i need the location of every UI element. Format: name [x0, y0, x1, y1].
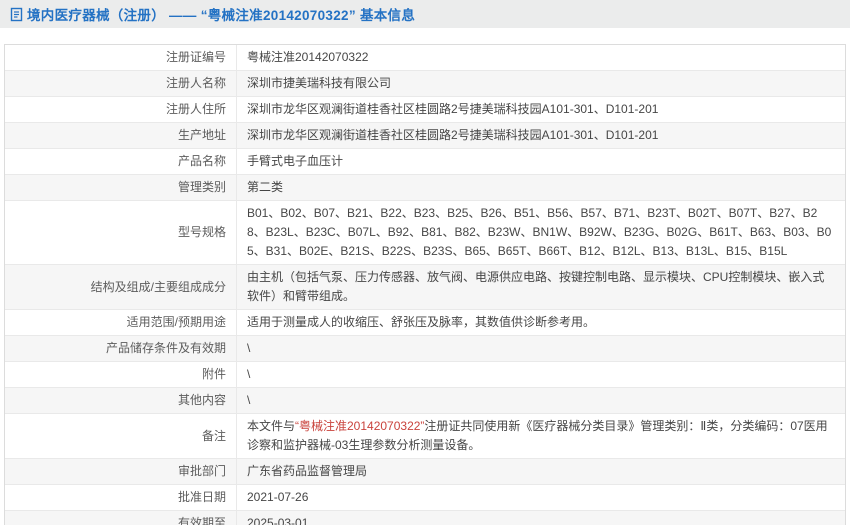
- row-value-text: 粤械注准20142070322: [247, 50, 369, 64]
- row-label: 注册人住所: [5, 97, 237, 122]
- row-value-text: 适用于测量成人的收缩压、舒张压及脉率，其数值供诊断参考用。: [247, 315, 596, 329]
- page-title: 境内医疗器械（注册） —— “粤械注准20142070322” 基本信息: [27, 8, 416, 23]
- table-row: 其他内容 \: [5, 388, 845, 414]
- row-value: 深圳市龙华区观澜街道桂香社区桂圆路2号捷美瑞科技园A101-301、D101-2…: [237, 97, 845, 122]
- row-label: 生产地址: [5, 123, 237, 148]
- table-row: 批准日期 2021-07-26: [5, 485, 845, 511]
- row-value: B01、B02、B07、B21、B22、B23、B25、B26、B51、B56、…: [237, 201, 845, 264]
- remark-text-before: 本文件与: [247, 419, 296, 433]
- row-label: 注册证编号: [5, 45, 237, 70]
- row-value: 深圳市龙华区观澜街道桂香社区桂圆路2号捷美瑞科技园A101-301、D101-2…: [237, 123, 845, 148]
- row-value-text: 深圳市捷美瑞科技有限公司: [247, 76, 392, 90]
- row-label-text: 型号规格: [177, 225, 226, 239]
- row-value-text: 深圳市龙华区观澜街道桂香社区桂圆路2号捷美瑞科技园A101-301、D101-2…: [247, 102, 659, 116]
- page-header: 境内医疗器械（注册） —— “粤械注准20142070322” 基本信息: [0, 0, 850, 28]
- row-label-text: 适用范围/预期用途: [126, 315, 226, 329]
- row-label: 结构及组成/主要组成成分: [5, 265, 237, 309]
- row-label: 适用范围/预期用途: [5, 310, 237, 335]
- remark-highlight-cert-number: “粤械注准20142070322”: [295, 419, 425, 433]
- row-value-text: 2025-03-01: [247, 516, 309, 525]
- info-table: 注册证编号 粤械注准20142070322 注册人名称 深圳市捷美瑞科技有限公司 注册人…: [4, 44, 846, 525]
- row-label-text: 注册人名称: [165, 76, 226, 90]
- row-label-text: 备注: [201, 428, 226, 443]
- row-label-text: 管理类别: [177, 180, 226, 194]
- table-row: 审批部门 广东省药品监督管理局: [5, 459, 845, 485]
- row-label-text: 生产地址: [177, 128, 226, 142]
- row-value: 深圳市捷美瑞科技有限公司: [237, 71, 845, 96]
- table-row: 注册人住所 深圳市龙华区观澜街道桂香社区桂圆路2号捷美瑞科技园A101-301、D…: [5, 97, 845, 123]
- table-row: 产品名称 手臂式电子血压计: [5, 149, 845, 175]
- row-label-text: 批准日期: [177, 490, 226, 504]
- row-label-text: 注册证编号: [165, 50, 226, 64]
- row-label: 附件: [5, 362, 237, 387]
- table-row: 适用范围/预期用途 适用于测量成人的收缩压、舒张压及脉率，其数值供诊断参考用。: [5, 310, 845, 336]
- row-label-text: 产品储存条件及有效期: [105, 341, 226, 355]
- table-row: 附件 \: [5, 362, 845, 388]
- table-row: 生产地址 深圳市龙华区观澜街道桂香社区桂圆路2号捷美瑞科技园A101-301、D1…: [5, 123, 845, 149]
- row-label: 其他内容: [5, 388, 237, 413]
- row-value: 第二类: [237, 175, 845, 200]
- row-value-text: 2021-07-26: [247, 490, 309, 504]
- row-label-text: 产品名称: [177, 154, 226, 168]
- row-label: 注册人名称: [5, 71, 237, 96]
- row-label: 备注: [5, 414, 237, 458]
- table-row: 型号规格 B01、B02、B07、B21、B22、B23、B25、B26、B51、…: [5, 201, 845, 265]
- table-row: 备注 本文件与“粤械注准20142070322”注册证共同使用新《医疗器械分类目录…: [5, 414, 845, 459]
- document-icon: [10, 7, 23, 22]
- table-row: 管理类别 第二类: [5, 175, 845, 201]
- row-label: 管理类别: [5, 175, 237, 200]
- row-label: 型号规格: [5, 201, 237, 264]
- row-label-text: 有效期至: [177, 516, 226, 525]
- row-value: 2021-07-26: [237, 485, 845, 510]
- row-value-text: 由主机（包括气泵、压力传感器、放气阀、电源供应电路、按键控制电路、显示模块、CP…: [247, 270, 825, 303]
- row-value-text: \: [247, 367, 251, 381]
- row-label-text: 其他内容: [177, 393, 226, 407]
- row-label-text: 注册人住所: [165, 102, 226, 116]
- row-value: 手臂式电子血压计: [237, 149, 845, 174]
- row-value: 广东省药品监督管理局: [237, 459, 845, 484]
- row-value: 由主机（包括气泵、压力传感器、放气阀、电源供应电路、按键控制电路、显示模块、CP…: [237, 265, 845, 309]
- row-value-text: 深圳市龙华区观澜街道桂香社区桂圆路2号捷美瑞科技园A101-301、D101-2…: [247, 128, 659, 142]
- table-row: 注册人名称 深圳市捷美瑞科技有限公司: [5, 71, 845, 97]
- row-value: 适用于测量成人的收缩压、舒张压及脉率，其数值供诊断参考用。: [237, 310, 845, 335]
- row-value-text: 第二类: [247, 180, 284, 194]
- row-label: 产品储存条件及有效期: [5, 336, 237, 361]
- row-value-text: 手臂式电子血压计: [247, 154, 344, 168]
- row-label-text: 审批部门: [177, 464, 226, 478]
- table-row: 注册证编号 粤械注准20142070322: [5, 45, 845, 71]
- table-row: 有效期至 2025-03-01: [5, 511, 845, 525]
- row-label: 批准日期: [5, 485, 237, 510]
- row-value-text: B01、B02、B07、B21、B22、B23、B25、B26、B51、B56、…: [247, 206, 832, 258]
- row-value-text: 广东省药品监督管理局: [247, 464, 368, 478]
- row-label: 有效期至: [5, 511, 237, 525]
- row-value: \: [237, 336, 845, 361]
- row-value: 本文件与“粤械注准20142070322”注册证共同使用新《医疗器械分类目录》管…: [237, 414, 845, 458]
- row-value-text: \: [247, 393, 251, 407]
- row-value-text: \: [247, 341, 251, 355]
- row-value: 粤械注准20142070322: [237, 45, 845, 70]
- row-value: \: [237, 362, 845, 387]
- row-value: 2025-03-01: [237, 511, 845, 525]
- table-row: 产品储存条件及有效期 \: [5, 336, 845, 362]
- row-label: 审批部门: [5, 459, 237, 484]
- table-row: 结构及组成/主要组成成分 由主机（包括气泵、压力传感器、放气阀、电源供应电路、按键…: [5, 265, 845, 310]
- row-label-text: 附件: [201, 367, 226, 381]
- row-label-text: 结构及组成/主要组成成分: [90, 279, 226, 294]
- row-value: \: [237, 388, 845, 413]
- row-label: 产品名称: [5, 149, 237, 174]
